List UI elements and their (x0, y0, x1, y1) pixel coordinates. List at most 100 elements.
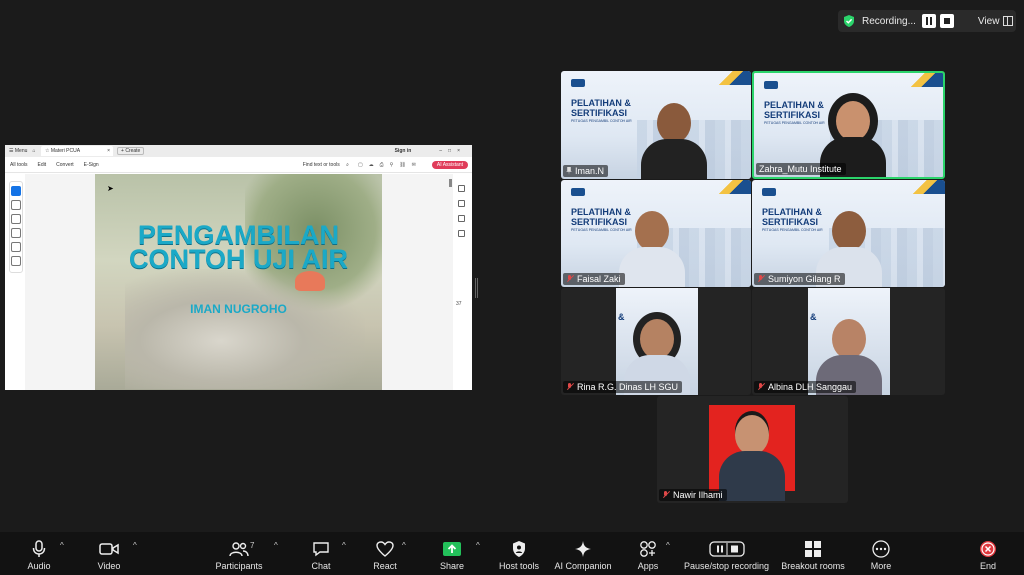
participant-video (617, 207, 687, 287)
ai-assistant-button[interactable]: AI Assistant (431, 160, 468, 169)
text-tool-icon[interactable] (11, 242, 21, 252)
slide-photo-people (125, 269, 365, 389)
stop-recording-icon[interactable] (939, 14, 954, 28)
shared-screen[interactable]: ☰ Menu ⌂ ☆ Materi PCUA × + Create Sign in… (5, 145, 472, 390)
video-tile[interactable]: & Albina DLH Sanggau (752, 288, 945, 395)
document-tab-label: Materi PCUA (50, 148, 81, 154)
find-tools-search[interactable]: Find text or tools ⌕ (298, 162, 349, 168)
video-button[interactable]: Video (92, 532, 126, 575)
audio-options-chevron-icon[interactable]: ^ (60, 541, 64, 550)
esign-menu[interactable]: E-Sign (84, 162, 99, 168)
share-options-chevron-icon[interactable]: ^ (476, 541, 480, 550)
participants-icon (229, 540, 249, 558)
brand-logo (764, 81, 778, 89)
breakout-grid-icon (803, 540, 823, 558)
sign-in-button[interactable]: Sign in (395, 148, 412, 154)
breakout-label: Breakout rooms (781, 561, 845, 571)
participants-options-chevron-icon[interactable]: ^ (274, 541, 278, 550)
document-tab[interactable]: ☆ Materi PCUA × (41, 146, 113, 156)
brand-logo (571, 188, 585, 196)
ai-companion-label: AI Companion (554, 561, 612, 571)
mic-muted-icon (662, 491, 670, 499)
home-icon[interactable]: ⌂ (29, 148, 39, 154)
apps-button[interactable]: Apps (636, 532, 660, 575)
comment-icon[interactable] (458, 185, 465, 192)
video-label: Video (97, 561, 121, 571)
pause-stop-recording-button[interactable]: Pause/stop recording (683, 532, 770, 575)
video-tile-active-speaker[interactable]: PELATIHAN & SERTIFIKASI PETUGAS PENGAMBI… (752, 71, 945, 179)
edit-menu[interactable]: Edit (38, 162, 47, 168)
menu-button[interactable]: ☰ Menu (9, 148, 29, 154)
window-controls[interactable]: –□× (439, 148, 466, 154)
video-camera-icon (99, 540, 119, 558)
chat-button[interactable]: Chat (308, 532, 334, 575)
video-tile[interactable]: & Rina R.G. Dinas LH SGU (561, 288, 751, 395)
recording-label: Recording... (862, 15, 916, 27)
pause-stop-label: Pause/stop recording (683, 561, 770, 571)
shield-check-icon (844, 15, 854, 27)
create-button[interactable]: + Create (117, 147, 145, 155)
mic-muted-icon (566, 275, 574, 283)
apps-label: Apps (637, 561, 659, 571)
shield-icon (509, 540, 529, 558)
participant-name-tag: Zahra_Mutu Institute (756, 163, 846, 175)
microphone-icon (29, 540, 49, 558)
participant-name-tag: Sumiyon Gilang R (754, 273, 845, 285)
view-grid-icon[interactable] (1003, 16, 1014, 26)
video-tile[interactable]: PELATIHAN & SERTIFIKASI PETUGAS PENGAMBI… (561, 71, 751, 179)
meeting-stage: Recording... View ☰ Menu ⌂ ☆ Materi PCUA… (0, 0, 1024, 532)
heart-icon (375, 540, 395, 558)
pdf-toolbar: All tools Edit Convert E-Sign Find text … (5, 157, 472, 173)
convert-menu[interactable]: Convert (56, 162, 74, 168)
banner-line2: SERTIFIKASI (764, 110, 821, 120)
slide-photo-hat (295, 271, 325, 291)
sparkle-icon (573, 540, 593, 558)
split-handle[interactable] (475, 278, 478, 298)
lasso-tool-icon[interactable] (11, 228, 21, 238)
more-button[interactable]: More (868, 532, 894, 575)
slide-page: ➤ PENGAMBILAN CONTOH UJI AIR IMAN NUGROH… (95, 174, 382, 390)
chat-options-chevron-icon[interactable]: ^ (342, 541, 346, 550)
stamp-tool-icon[interactable] (11, 256, 21, 266)
toolbar-icons[interactable]: ▢☁⎙⚲⛓✉ (358, 162, 422, 168)
participant-name-tag: Rina R.G. Dinas LH SGU (563, 381, 683, 393)
participant-name-tag: Iman.N (563, 165, 609, 177)
ai-companion-button[interactable]: AI Companion (552, 532, 614, 575)
audio-button[interactable]: Audio (22, 532, 56, 575)
breakout-rooms-button[interactable]: Breakout rooms (779, 532, 847, 575)
zoom-tool-icon[interactable] (11, 200, 21, 210)
mic-muted-icon (757, 275, 765, 283)
select-tool-icon[interactable] (11, 186, 21, 196)
participants-button[interactable]: Participants (213, 532, 265, 575)
view-button[interactable]: View (978, 16, 1000, 27)
participant-name-tag: Albina DLH Sanggau (754, 381, 857, 393)
slide-author: IMAN NUGROHO (190, 302, 287, 316)
share-screen-icon (442, 540, 462, 558)
share-button[interactable]: Share (437, 532, 467, 575)
video-options-chevron-icon[interactable]: ^ (133, 541, 137, 550)
bookmark-icon[interactable] (458, 200, 465, 207)
pages-icon[interactable] (458, 230, 465, 237)
participant-name-tag: Nawir Ilhami (659, 489, 727, 501)
mic-muted-icon (757, 383, 765, 391)
apps-options-chevron-icon[interactable]: ^ (666, 541, 670, 550)
react-button[interactable]: React (371, 532, 399, 575)
end-label: End (979, 561, 996, 571)
attachment-icon[interactable] (458, 215, 465, 222)
vertical-scrollbar[interactable] (449, 179, 452, 187)
pen-tool-icon[interactable] (11, 214, 21, 224)
host-tools-label: Host tools (498, 561, 540, 571)
end-button[interactable]: End (976, 532, 1000, 575)
react-options-chevron-icon[interactable]: ^ (402, 541, 406, 550)
video-tile[interactable]: PELATIHAN & SERTIFIKASI PETUGAS PENGAMBI… (561, 180, 751, 287)
video-tile[interactable]: Nawir Ilhami (657, 396, 848, 503)
end-x-icon (978, 540, 998, 558)
banner-line1: PELATIHAN & (571, 98, 631, 108)
host-tools-button[interactable]: Host tools (497, 532, 541, 575)
chat-bubble-icon (311, 540, 331, 558)
video-tile[interactable]: PELATIHAN & SERTIFIKASI PETUGAS PENGAMBI… (752, 180, 945, 287)
pause-recording-icon[interactable] (921, 14, 936, 28)
mouse-cursor-icon: ➤ (107, 184, 114, 193)
all-tools-menu[interactable]: All tools (10, 162, 28, 168)
close-tab-icon[interactable]: × (107, 148, 110, 154)
